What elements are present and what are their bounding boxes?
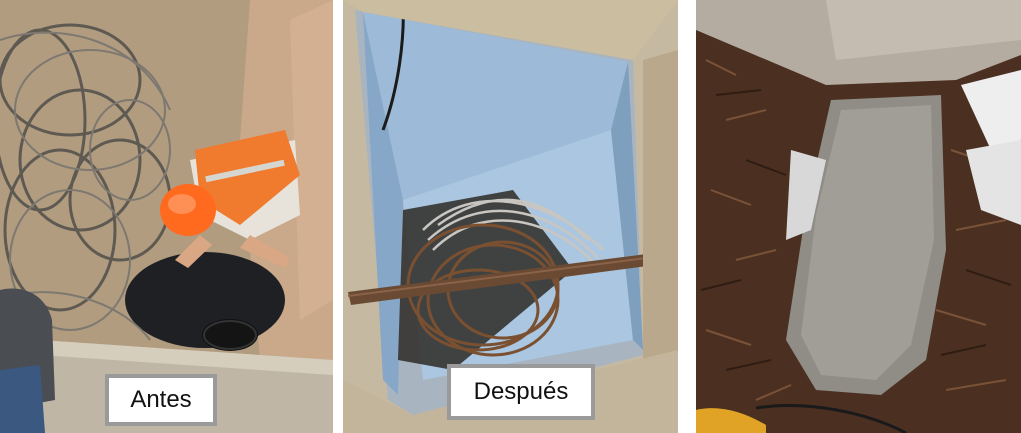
photo-before: Antes: [0, 0, 333, 433]
photo-after: Después: [343, 0, 678, 433]
before-scene: [0, 0, 333, 433]
caption-antes: Antes: [105, 374, 217, 426]
photo-result: [696, 0, 1021, 433]
caption-despues: Después: [447, 364, 595, 420]
result-scene: [696, 0, 1021, 433]
